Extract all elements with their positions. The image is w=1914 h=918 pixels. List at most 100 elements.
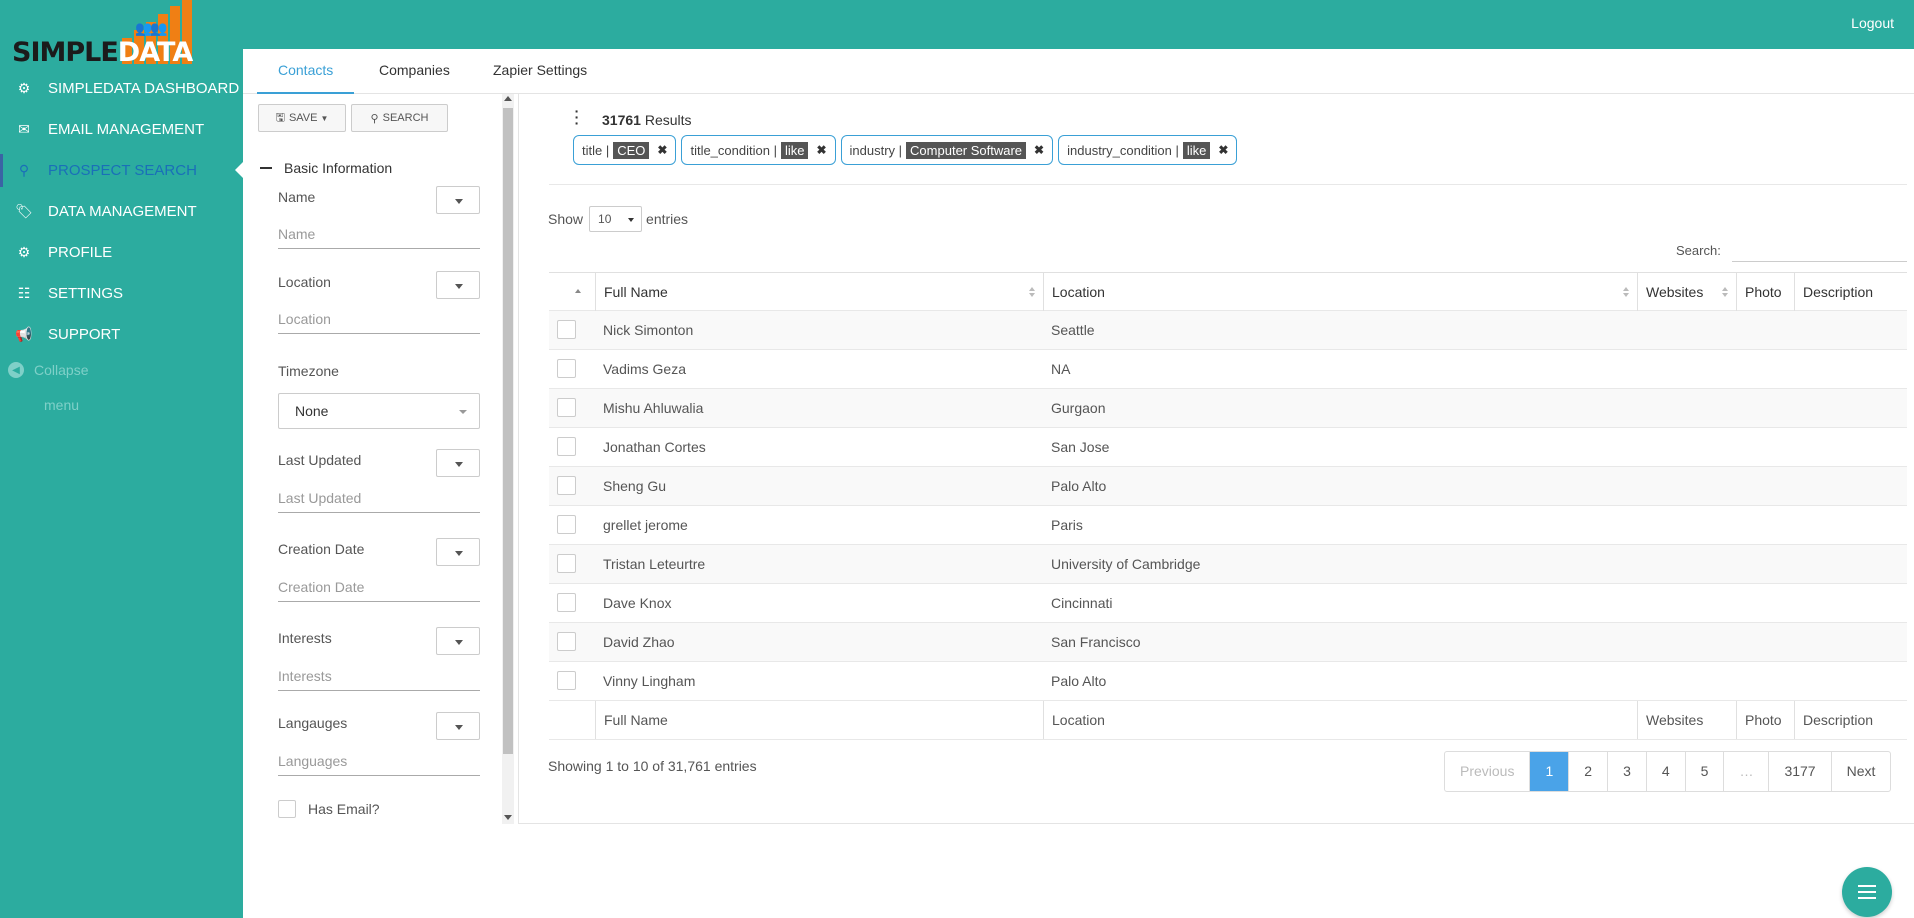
- page-button-2[interactable]: 2: [1568, 752, 1607, 791]
- languages-label: Langauges: [278, 715, 348, 731]
- kebab-menu-icon[interactable]: · · ·: [574, 104, 580, 130]
- chip-key: title |: [582, 142, 610, 158]
- column-header-location[interactable]: Location: [1043, 273, 1637, 311]
- collapse-dash-icon: [260, 167, 272, 169]
- close-icon[interactable]: ✖: [657, 143, 667, 157]
- has-email-checkbox[interactable]: Has Email?: [278, 800, 380, 818]
- sidebar-item-label: SUPPORT: [48, 326, 121, 343]
- column-header-description[interactable]: Description: [1794, 273, 1907, 311]
- tab-contacts[interactable]: Contacts: [257, 49, 355, 94]
- page-button-5[interactable]: 5: [1684, 752, 1724, 791]
- timezone-select[interactable]: None: [278, 393, 480, 429]
- table-row[interactable]: Tristan Leteurtre University of Cambridge: [549, 545, 1907, 584]
- logo-people-icon: 👥👥: [135, 20, 168, 36]
- table-row[interactable]: Vinny Lingham Palo Alto: [549, 662, 1907, 701]
- row-checkbox[interactable]: [557, 515, 576, 534]
- table-row[interactable]: Dave Knox Cincinnati: [549, 584, 1907, 623]
- table-row[interactable]: Sheng Gu Palo Alto: [549, 467, 1907, 506]
- name-condition-dropdown[interactable]: [436, 186, 480, 214]
- creation-date-condition-dropdown[interactable]: [436, 538, 480, 566]
- page-button-3177[interactable]: 3177: [1768, 752, 1830, 791]
- sidebar-item-profile[interactable]: ⚙ PROFILE: [0, 232, 243, 273]
- row-checkbox[interactable]: [557, 437, 576, 456]
- footer-full-name: Full Name: [595, 701, 1043, 739]
- full-name-cell: Dave Knox: [603, 595, 672, 611]
- footer-websites: Websites: [1637, 701, 1736, 739]
- location-field[interactable]: [278, 304, 480, 334]
- languages-field[interactable]: [278, 746, 480, 776]
- row-checkbox[interactable]: [557, 320, 576, 339]
- gear-icon: ⚙: [17, 244, 31, 260]
- table-row[interactable]: Jonathan Cortes San Jose: [549, 428, 1907, 467]
- collapse-menu-toggle[interactable]: ◀ Collapse: [8, 362, 88, 378]
- row-checkbox[interactable]: [557, 671, 576, 690]
- table-row[interactable]: David Zhao San Francisco: [549, 623, 1907, 662]
- location-cell: Seattle: [1051, 322, 1095, 338]
- sidebar-item-settings[interactable]: ☷ SETTINGS: [0, 273, 243, 314]
- row-checkbox[interactable]: [557, 398, 576, 417]
- filter-chips: title | CEO ✖ title_condition | like ✖ industr…: [573, 135, 1242, 165]
- column-header-websites[interactable]: Websites: [1637, 273, 1736, 311]
- simpledata-logo[interactable]: 👥👥 SIMPLEDATA: [12, 0, 197, 66]
- row-checkbox[interactable]: [557, 554, 576, 573]
- search-button[interactable]: ⚲ SEARCH: [351, 104, 448, 132]
- select-column-header[interactable]: [549, 273, 595, 311]
- checkbox-box[interactable]: [278, 800, 296, 818]
- floating-menu-button[interactable]: [1842, 867, 1892, 917]
- page-button-1[interactable]: 1: [1529, 752, 1569, 791]
- column-header-full-name[interactable]: Full Name: [595, 273, 1043, 311]
- sidebar-item-email-management[interactable]: ✉ EMAIL MANAGEMENT: [0, 109, 243, 150]
- interests-field[interactable]: [278, 661, 480, 691]
- languages-condition-dropdown[interactable]: [436, 712, 480, 740]
- location-cell: NA: [1051, 361, 1071, 377]
- last-updated-field[interactable]: [278, 483, 480, 513]
- table-row[interactable]: Mishu Ahluwalia Gurgaon: [549, 389, 1907, 428]
- save-button[interactable]: 🖫 SAVE ▼: [258, 104, 346, 132]
- caret-down-icon: ▼: [320, 113, 329, 123]
- sidebar-item-prospect-search[interactable]: ⚲ PROSPECT SEARCH: [0, 150, 243, 191]
- creation-date-field[interactable]: [278, 572, 480, 602]
- row-select-cell: [549, 311, 595, 349]
- page-button-3[interactable]: 3: [1607, 752, 1646, 791]
- row-checkbox[interactable]: [557, 359, 576, 378]
- table-search-label: Search:: [1676, 243, 1721, 258]
- filter-scrollbar[interactable]: [502, 94, 514, 824]
- table-search-input[interactable]: [1732, 234, 1907, 262]
- tab-zapier-settings[interactable]: Zapier Settings: [472, 49, 608, 94]
- full-name-cell: Vinny Lingham: [603, 673, 696, 689]
- tab-companies[interactable]: Companies: [358, 49, 471, 94]
- page-button-4[interactable]: 4: [1645, 752, 1685, 791]
- close-icon[interactable]: ✖: [816, 143, 826, 157]
- interests-condition-dropdown[interactable]: [436, 627, 480, 655]
- row-checkbox[interactable]: [557, 476, 576, 495]
- scrollbar-thumb[interactable]: [503, 108, 513, 754]
- entries-select[interactable]: 10: [589, 206, 643, 232]
- column-header-photo[interactable]: Photo: [1736, 273, 1794, 311]
- row-checkbox[interactable]: [557, 632, 576, 651]
- sidebar-item-data-management[interactable]: 🏷 DATA MANAGEMENT: [0, 191, 243, 232]
- next-page-button[interactable]: Next: [1830, 752, 1891, 791]
- has-email-label: Has Email?: [308, 801, 380, 817]
- location-cell: Palo Alto: [1051, 673, 1107, 689]
- close-icon[interactable]: ✖: [1218, 143, 1228, 157]
- basic-information-section[interactable]: Basic Information: [260, 160, 392, 176]
- sidebar-item-simpledata-dashboard[interactable]: ⚙ SIMPLEDATA DASHBOARD: [0, 68, 243, 109]
- table-row[interactable]: Vadims Geza NA: [549, 350, 1907, 389]
- close-icon[interactable]: ✖: [1034, 143, 1044, 157]
- scroll-down-icon[interactable]: [504, 815, 512, 820]
- footer-select-cell: [549, 701, 595, 739]
- table-row[interactable]: Nick Simonton Seattle: [549, 311, 1907, 350]
- last-updated-condition-dropdown[interactable]: [436, 449, 480, 477]
- logout-link[interactable]: Logout: [1851, 15, 1894, 31]
- scroll-up-icon[interactable]: [504, 96, 512, 101]
- interests-label: Interests: [278, 630, 332, 646]
- name-field[interactable]: [278, 219, 480, 249]
- filter-chip: industry_condition | like ✖: [1058, 135, 1238, 165]
- row-checkbox[interactable]: [557, 593, 576, 612]
- table-row[interactable]: grellet jerome Paris: [549, 506, 1907, 545]
- location-condition-dropdown[interactable]: [436, 271, 480, 299]
- table-header-row: Full Name Location Websites Photo Descri…: [549, 272, 1907, 311]
- sidebar-item-support[interactable]: 📢 SUPPORT: [0, 314, 243, 355]
- search-icon: ⚲: [18, 162, 30, 178]
- websites-cell: [1637, 467, 1736, 505]
